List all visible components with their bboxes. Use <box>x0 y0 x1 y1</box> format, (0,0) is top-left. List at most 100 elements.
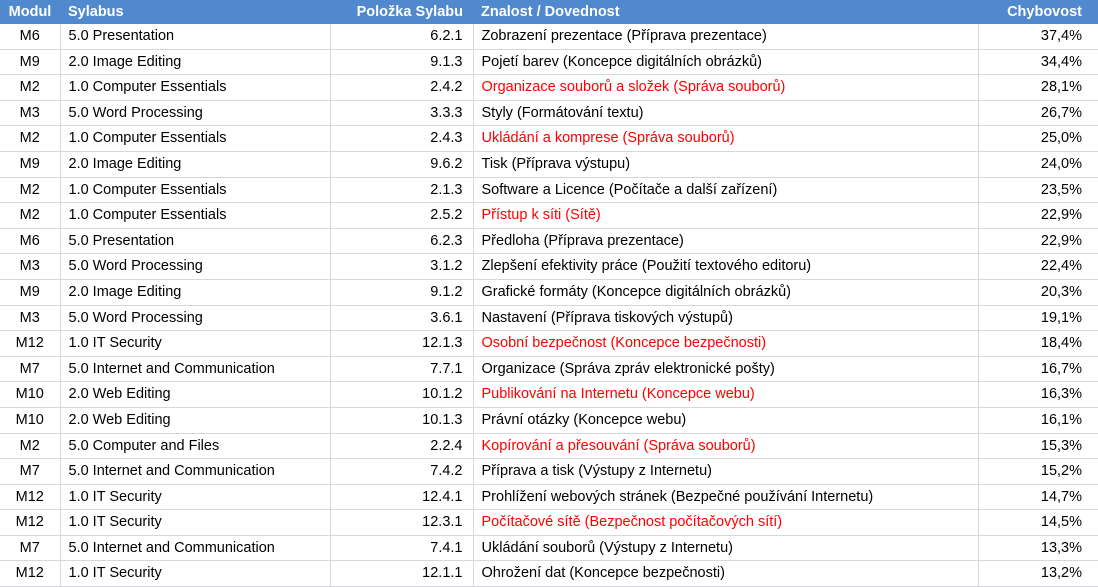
column-header-sylabus[interactable]: Sylabus <box>60 0 330 24</box>
cell-knowledge-skill: Ohrožení dat (Koncepce bezpečnosti) <box>473 560 979 587</box>
cell-modul: M7 <box>0 458 61 485</box>
table-row[interactable]: M2 1.0 Computer Essentials 2.4.2 Organizace… <box>0 74 1098 101</box>
cell-knowledge-skill: Přístup k síti (Sítě) <box>473 202 979 229</box>
cell-sylabus: 5.0 Presentation <box>60 228 331 255</box>
cell-knowledge-skill: Styly (Formátování textu) <box>473 100 979 127</box>
table-row[interactable]: M3 5.0 Word Processing 3.3.3 Styly (Formáto… <box>0 100 1098 127</box>
cell-modul: M12 <box>0 509 61 536</box>
cell-polozka: 12.3.1 <box>330 509 474 536</box>
table-row[interactable]: M10 2.0 Web Editing 10.1.2 Publikování na I… <box>0 381 1098 408</box>
cell-knowledge-skill: Grafické formáty (Koncepce digitálních o… <box>473 279 979 306</box>
cell-modul: M12 <box>0 330 61 357</box>
cell-sylabus: 5.0 Internet and Communication <box>60 458 331 485</box>
table-row[interactable]: M9 2.0 Image Editing 9.1.3 Pojetí barev (Ko… <box>0 49 1098 76</box>
cell-error-rate: 20,3% <box>978 279 1098 306</box>
column-header-polozka[interactable]: Položka Sylabu <box>330 0 473 24</box>
cell-polozka: 6.2.3 <box>330 228 474 255</box>
cell-knowledge-skill: Software a Licence (Počítače a další zař… <box>473 177 979 204</box>
cell-error-rate: 25,0% <box>978 125 1098 152</box>
cell-sylabus: 1.0 Computer Essentials <box>60 177 331 204</box>
table-row[interactable]: M7 5.0 Internet and Communication 7.4.2 Pří… <box>0 458 1098 485</box>
cell-polozka: 9.6.2 <box>330 151 474 178</box>
cell-modul: M2 <box>0 433 61 460</box>
cell-polozka: 2.5.2 <box>330 202 474 229</box>
cell-knowledge-skill: Pojetí barev (Koncepce digitálních obráz… <box>473 49 979 76</box>
table-row[interactable]: M10 2.0 Web Editing 10.1.3 Právní otázky (K… <box>0 407 1098 434</box>
cell-error-rate: 18,4% <box>978 330 1098 357</box>
cell-polozka: 12.1.1 <box>330 560 474 587</box>
cell-knowledge-skill: Zlepšení efektivity práce (Použití texto… <box>473 253 979 280</box>
cell-modul: M3 <box>0 253 61 280</box>
cell-knowledge-skill: Tisk (Příprava výstupu) <box>473 151 979 178</box>
cell-sylabus: 2.0 Image Editing <box>60 279 331 306</box>
cell-knowledge-skill: Prohlížení webových stránek (Bezpečné po… <box>473 484 979 511</box>
cell-polozka: 12.4.1 <box>330 484 474 511</box>
cell-sylabus: 2.0 Web Editing <box>60 407 331 434</box>
cell-polozka: 12.1.3 <box>330 330 474 357</box>
table-row[interactable]: M12 1.0 IT Security 12.1.1 Ohrožení dat (Ko… <box>0 560 1098 587</box>
table-row[interactable]: M12 1.0 IT Security 12.4.1 Prohlížení webov… <box>0 484 1098 511</box>
cell-modul: M6 <box>0 24 61 50</box>
cell-error-rate: 14,5% <box>978 509 1098 536</box>
cell-polozka: 10.1.2 <box>330 381 474 408</box>
table-row[interactable]: M7 5.0 Internet and Communication 7.4.1 Ukl… <box>0 535 1098 562</box>
cell-sylabus: 5.0 Internet and Communication <box>60 535 331 562</box>
table-row[interactable]: M9 2.0 Image Editing 9.6.2 Tisk (Příprava v… <box>0 151 1098 178</box>
table-row[interactable]: M2 1.0 Computer Essentials 2.4.3 Ukládání a… <box>0 125 1098 152</box>
cell-modul: M2 <box>0 202 61 229</box>
cell-modul: M10 <box>0 381 61 408</box>
cell-sylabus: 5.0 Word Processing <box>60 253 331 280</box>
cell-error-rate: 24,0% <box>978 151 1098 178</box>
table-row[interactable]: M7 5.0 Internet and Communication 7.7.1 Org… <box>0 356 1098 383</box>
cell-sylabus: 1.0 Computer Essentials <box>60 74 331 101</box>
cell-knowledge-skill: Organizace souborů a složek (Správa soub… <box>473 74 979 101</box>
cell-knowledge-skill: Nastavení (Příprava tiskových výstupů) <box>473 305 979 332</box>
cell-modul: M12 <box>0 560 61 587</box>
table-body: M6 5.0 Presentation 6.2.1 Zobrazení prezent… <box>0 24 1098 587</box>
table-row[interactable]: M2 1.0 Computer Essentials 2.1.3 Software a… <box>0 177 1098 204</box>
table-row[interactable]: M6 5.0 Presentation 6.2.3 Předloha (Příprav… <box>0 228 1098 255</box>
table-row[interactable]: M3 5.0 Word Processing 3.1.2 Zlepšení efekt… <box>0 253 1098 280</box>
cell-error-rate: 22,4% <box>978 253 1098 280</box>
table-row[interactable]: M2 1.0 Computer Essentials 2.5.2 Přístup k … <box>0 202 1098 229</box>
cell-error-rate: 15,3% <box>978 433 1098 460</box>
table-header: Modul Sylabus Položka Sylabu Znalost / D… <box>0 0 1098 24</box>
cell-polozka: 7.7.1 <box>330 356 474 383</box>
cell-polozka: 7.4.1 <box>330 535 474 562</box>
cell-knowledge-skill: Předloha (Příprava prezentace) <box>473 228 979 255</box>
table-row[interactable]: M9 2.0 Image Editing 9.1.2 Grafické formáty… <box>0 279 1098 306</box>
table-row[interactable]: M6 5.0 Presentation 6.2.1 Zobrazení prezent… <box>0 24 1098 50</box>
cell-sylabus: 1.0 Computer Essentials <box>60 202 331 229</box>
cell-sylabus: 5.0 Computer and Files <box>60 433 331 460</box>
cell-polozka: 9.1.3 <box>330 49 474 76</box>
cell-sylabus: 1.0 Computer Essentials <box>60 125 331 152</box>
cell-error-rate: 14,7% <box>978 484 1098 511</box>
cell-knowledge-skill: Příprava a tisk (Výstupy z Internetu) <box>473 458 979 485</box>
cell-modul: M2 <box>0 177 61 204</box>
cell-knowledge-skill: Ukládání souborů (Výstupy z Internetu) <box>473 535 979 562</box>
column-header-chybovost[interactable]: Chybovost <box>978 0 1098 24</box>
cell-error-rate: 22,9% <box>978 228 1098 255</box>
cell-sylabus: 5.0 Word Processing <box>60 305 331 332</box>
cell-error-rate: 22,9% <box>978 202 1098 229</box>
cell-modul: M7 <box>0 535 61 562</box>
cell-knowledge-skill: Publikování na Internetu (Koncepce webu) <box>473 381 979 408</box>
cell-error-rate: 26,7% <box>978 100 1098 127</box>
cell-modul: M10 <box>0 407 61 434</box>
cell-polozka: 3.6.1 <box>330 305 474 332</box>
cell-knowledge-skill: Organizace (Správa zpráv elektronické po… <box>473 356 979 383</box>
column-header-znalost[interactable]: Znalost / Dovednost <box>473 0 978 24</box>
table-row[interactable]: M3 5.0 Word Processing 3.6.1 Nastavení (Pří… <box>0 305 1098 332</box>
cell-polozka: 10.1.3 <box>330 407 474 434</box>
cell-sylabus: 2.0 Image Editing <box>60 49 331 76</box>
table-row[interactable]: M2 5.0 Computer and Files 2.2.4 Kopírování … <box>0 433 1098 460</box>
table-row[interactable]: M12 1.0 IT Security 12.1.3 Osobní bezpečnos… <box>0 330 1098 357</box>
cell-modul: M2 <box>0 125 61 152</box>
cell-modul: M9 <box>0 49 61 76</box>
table-row[interactable]: M12 1.0 IT Security 12.3.1 Počítačové sítě … <box>0 509 1098 536</box>
column-header-modul[interactable]: Modul <box>0 0 60 24</box>
cell-modul: M6 <box>0 228 61 255</box>
cell-error-rate: 37,4% <box>978 24 1098 50</box>
cell-polozka: 2.4.2 <box>330 74 474 101</box>
cell-modul: M12 <box>0 484 61 511</box>
